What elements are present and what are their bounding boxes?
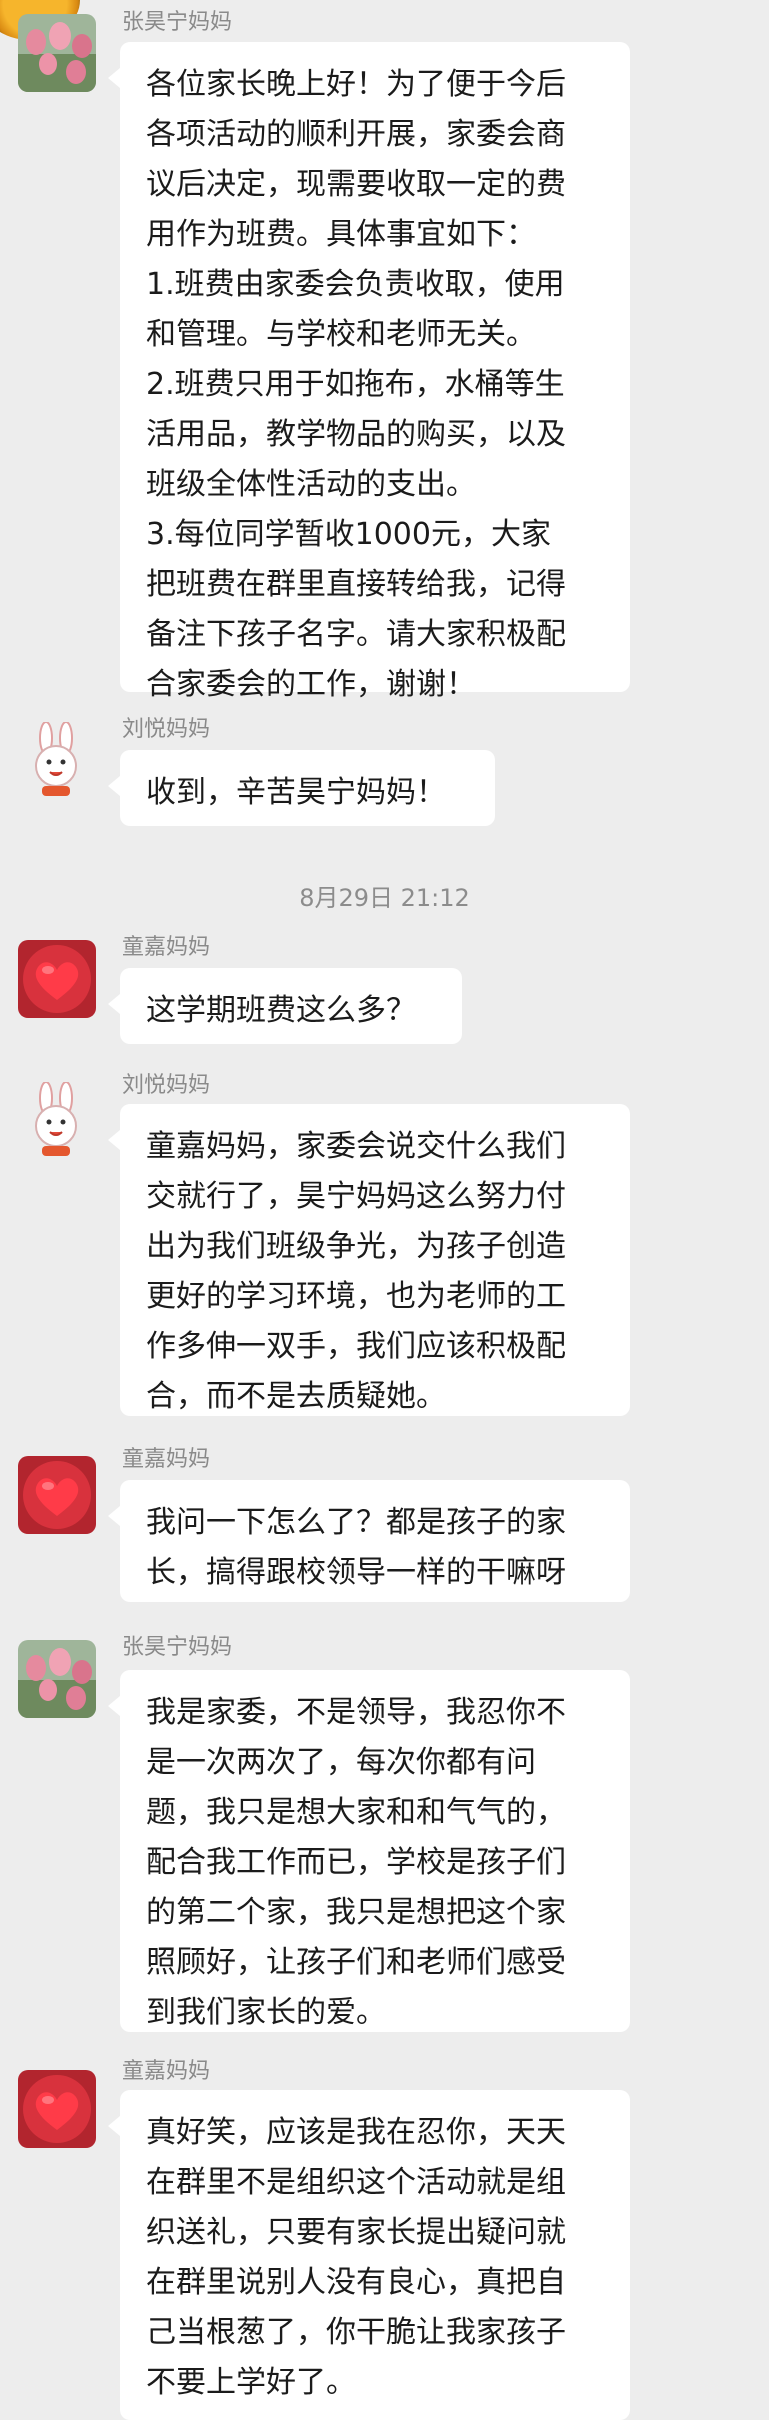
message-text: 班级全体性活动的支出。 [146,467,476,502]
message-bubble[interactable]: 这学期班费这么多？ [108,968,462,1044]
message-bubble[interactable]: 童嘉妈妈，家委会说交什么我们 交就行了，昊宁妈妈这么努力付 出为我们班级争光，为… [108,1104,630,1416]
message-text: 这学期班费这么多？ [146,993,416,1028]
timestamp: 8月29日 21:12 [299,884,470,912]
message-text: 出为我们班级争光，为孩子创造 [146,1229,566,1264]
message-bubble[interactable]: 真好笑，应该是我在忍你，天天 在群里不是组织这个活动就是组 织送礼，只要有家长提… [108,2090,630,2420]
message-text: 是一次两次了，每次你都有问 [146,1745,536,1780]
tulip-icon [18,14,96,92]
message-text: 配合我工作而已，学校是孩子们 [146,1845,566,1880]
message-text: 收到，辛苦昊宁妈妈！ [146,775,446,810]
heart-icon [18,940,96,1018]
heart-icon [18,2070,96,2148]
message-text: 合家委会的工作，谢谢！ [146,667,476,702]
message-text: 2.班费只用于如拖布，水桶等生 [146,367,565,402]
message-text: 各位家长晚上好！为了便于今后 [146,67,566,102]
message-text: 活用品，教学物品的购买，以及 [146,417,566,452]
message-text: 和管理。与学校和老师无关。 [146,317,536,352]
heart-avatar[interactable] [18,1456,96,1534]
message-text: 在群里说别人没有良心，真把自 [146,2265,566,2300]
message-bubble[interactable]: 各位家长晚上好！为了便于今后 各项活动的顺利开展，家委会商 议后决定，现需要收取… [108,42,630,702]
message-text: 真好笑，应该是我在忍你，天天 [146,2115,566,2150]
message-text: 交就行了，昊宁妈妈这么努力付 [146,1179,566,1214]
message-text: 己当根葱了，你干脆让我家孩子 [146,2315,566,2350]
message-text: 用作为班费。具体事宜如下： [146,217,536,252]
message-text: 长，搞得跟校领导一样的干嘛呀 [146,1555,566,1590]
rabbit-icon [18,722,96,800]
message-text: 我是家委，不是领导，我忍你不 [146,1695,566,1730]
message-text: 把班费在群里直接转给我，记得 [146,567,566,602]
message-text: 更好的学习环境，也为老师的工 [146,1279,566,1314]
rabbit-icon [18,1082,96,1160]
message-text: 3.每位同学暂收1000元，大家 [146,517,551,552]
message-text: 的第二个家，我只是想把这个家 [146,1895,566,1930]
rabbit-avatar[interactable] [18,722,96,800]
sender-name: 刘悦妈妈 [122,717,211,742]
tulip-avatar[interactable] [18,14,96,92]
message-text: 童嘉妈妈，家委会说交什么我们 [146,1129,566,1164]
message-text: 照顾好，让孩子们和老师们感受 [146,1945,566,1980]
message-text: 合，而不是去质疑她。 [146,1379,446,1414]
tulip-avatar[interactable] [18,1640,96,1718]
sender-name: 童嘉妈妈 [122,2059,211,2084]
message-text: 作多伸一双手，我们应该积极配 [146,1329,566,1364]
message-text: 议后决定，现需要收取一定的费 [146,167,566,202]
sender-name: 张昊宁妈妈 [122,1635,233,1660]
message-text: 在群里不是组织这个活动就是组 [146,2165,566,2200]
tulip-icon [18,1640,96,1718]
message-text: 1.班费由家委会负责收取，使用 [146,267,565,302]
message-text: 织送礼，只要有家长提出疑问就 [146,2215,566,2250]
sender-name: 童嘉妈妈 [122,935,211,960]
message-text: 题，我只是想大家和和气气的， [146,1795,566,1830]
rabbit-avatar[interactable] [18,1082,96,1160]
heart-avatar[interactable] [18,2070,96,2148]
message-text: 备注下孩子名字。请大家积极配 [146,617,566,652]
heart-avatar[interactable] [18,940,96,1018]
sender-name: 张昊宁妈妈 [122,10,233,35]
message-bubble[interactable]: 我问一下怎么了？都是孩子的家 长，搞得跟校领导一样的干嘛呀 [108,1480,630,1602]
message-text: 到我们家长的爱。 [146,1995,386,2030]
message-bubble[interactable]: 我是家委，不是领导，我忍你不 是一次两次了，每次你都有问 题，我只是想大家和和气… [108,1670,630,2032]
heart-icon [18,1456,96,1534]
message-text: 我问一下怎么了？都是孩子的家 [146,1505,566,1540]
sender-name: 童嘉妈妈 [122,1447,211,1472]
message-text: 各项活动的顺利开展，家委会商 [146,117,566,152]
sender-name: 刘悦妈妈 [122,1073,211,1098]
message-bubble[interactable]: 收到，辛苦昊宁妈妈！ [108,750,495,826]
